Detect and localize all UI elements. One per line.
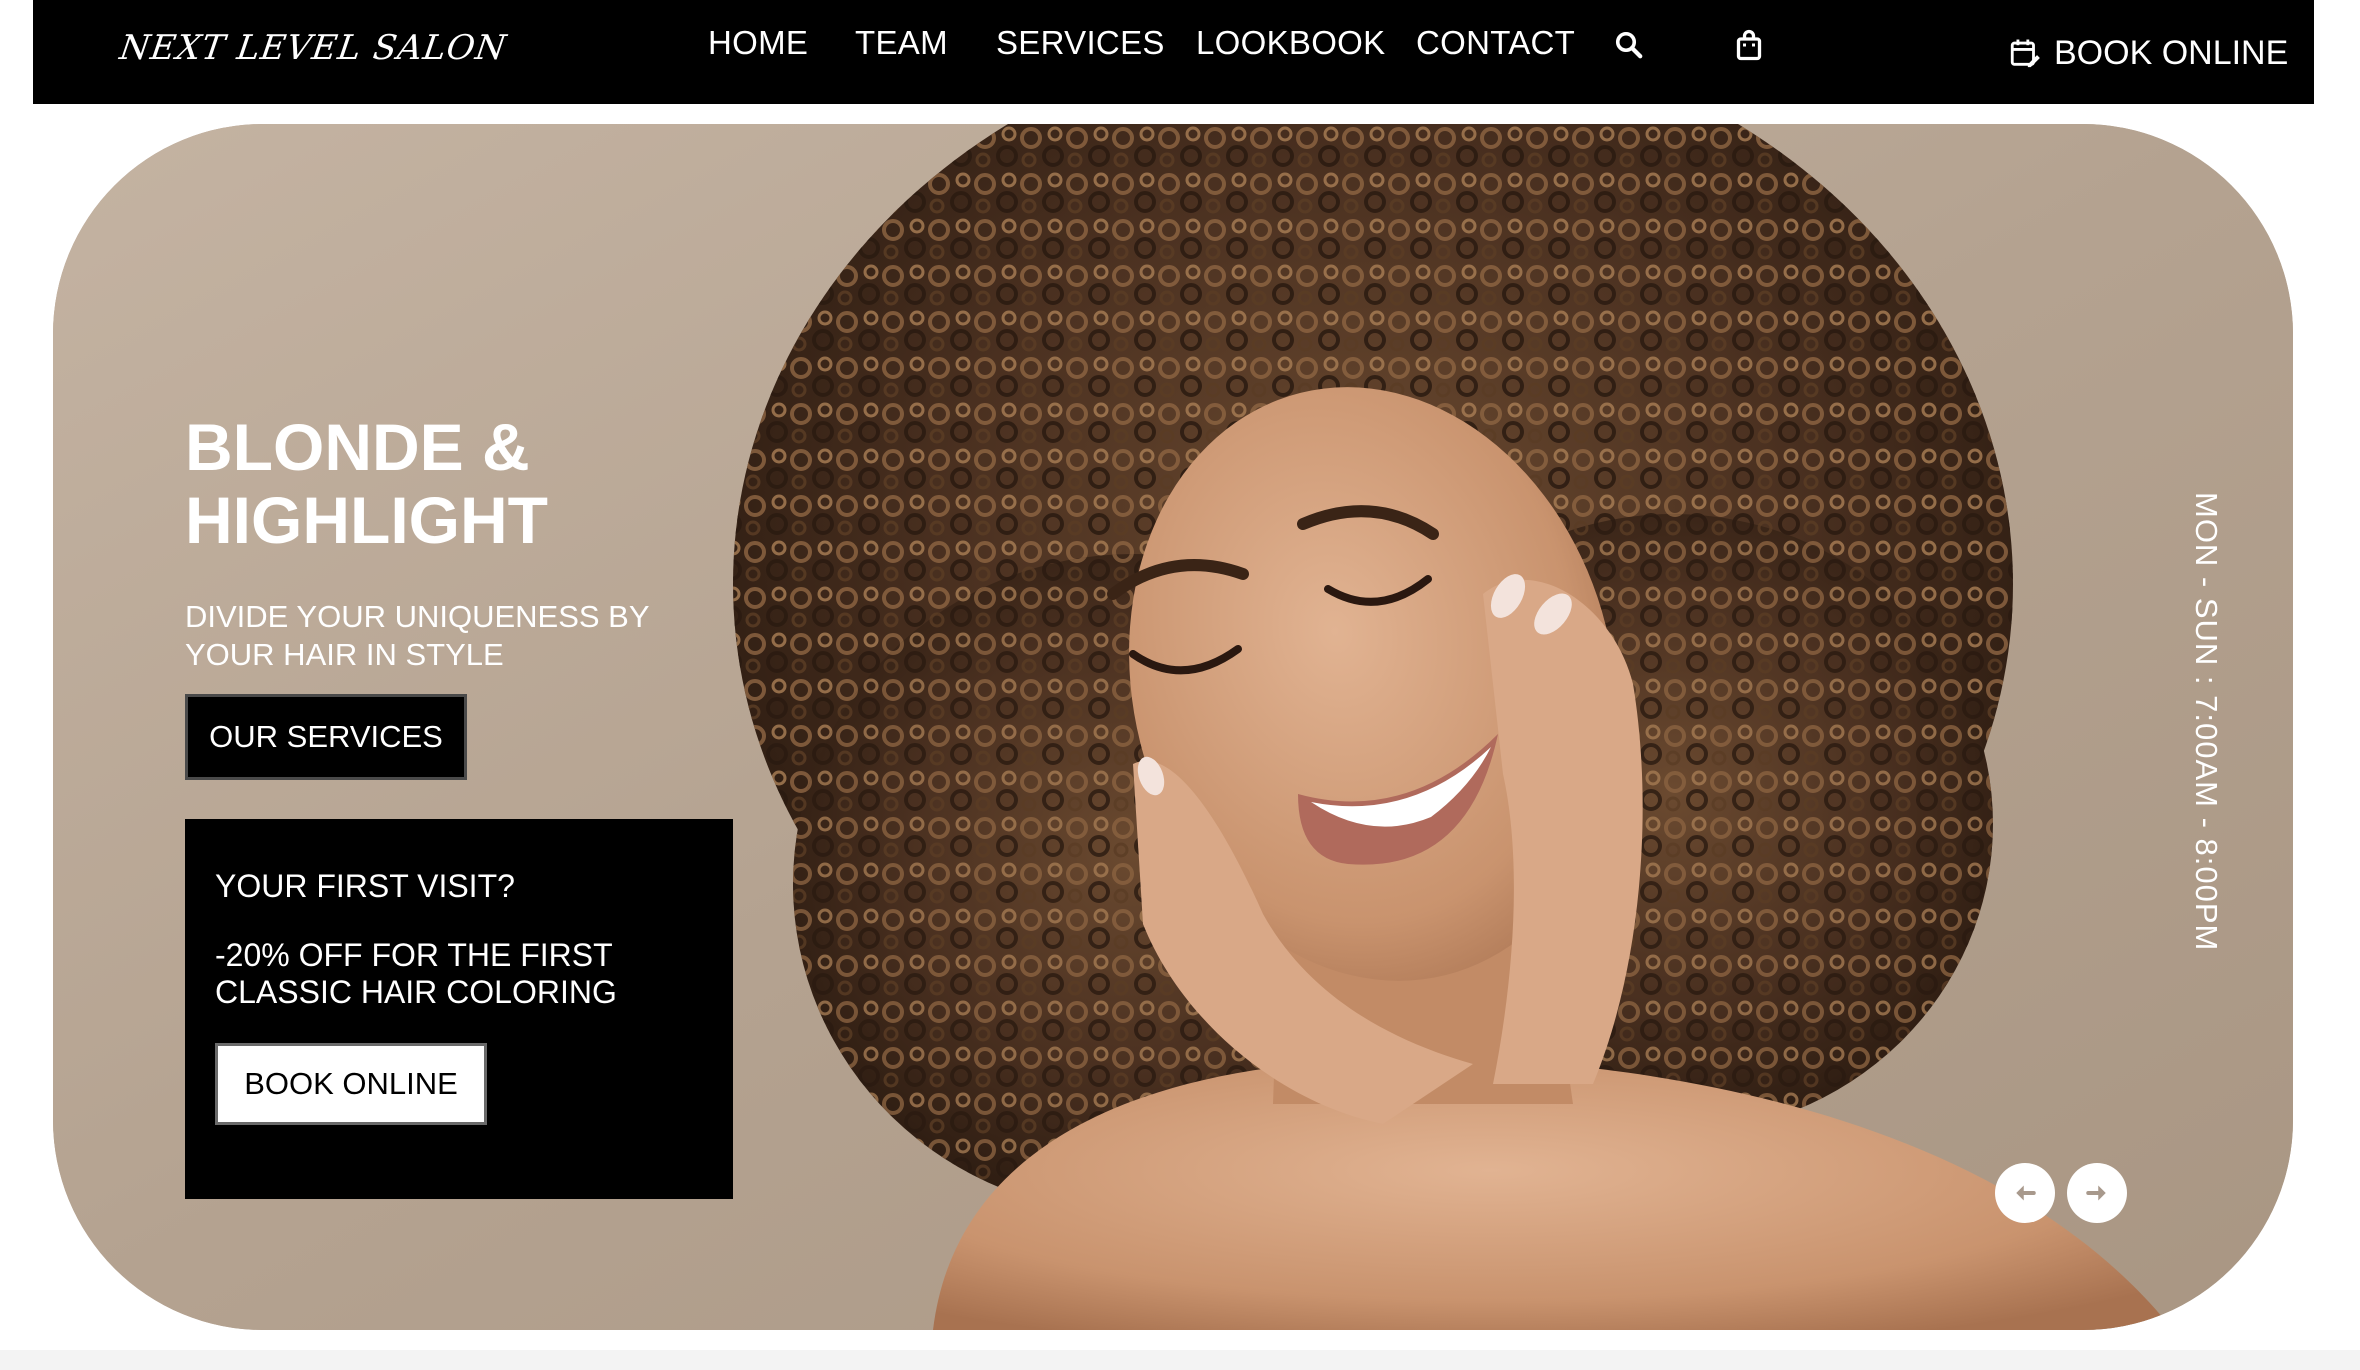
nav-item-team[interactable]: TEAM <box>855 24 948 62</box>
hero-banner: BLONDE & HIGHLIGHT DIVIDE YOUR UNIQUENES… <box>53 124 2293 1330</box>
opening-hours: MON - SUN : 7:00AM - 8:00PM <box>2189 492 2224 952</box>
book-online-button[interactable]: BOOK ONLINE <box>215 1043 487 1125</box>
hero-subtitle: DIVIDE YOUR UNIQUENESS BY YOUR HAIR IN S… <box>185 599 649 672</box>
nav-item-services[interactable]: SERVICES <box>996 24 1165 62</box>
nav-item-home[interactable]: HOME <box>708 24 808 62</box>
book-online-header-button[interactable]: BOOK ONLINE <box>2008 28 2288 78</box>
slider-next-button[interactable] <box>2067 1163 2127 1223</box>
our-services-button[interactable]: OUR SERVICES <box>185 694 467 780</box>
page: NEXT LEVEL SALON HOME TEAM SERVICES LOOK… <box>0 0 2360 1370</box>
promo-text: -20% OFF FOR THE FIRST CLASSIC HAIR COLO… <box>215 937 617 1010</box>
nav-item-lookbook[interactable]: LOOKBOOK <box>1196 24 1385 62</box>
shopping-bag-icon[interactable] <box>1731 27 1767 63</box>
first-visit-promo: YOUR FIRST VISIT? -20% OFF FOR THE FIRST… <box>185 819 733 1199</box>
promo-heading: YOUR FIRST VISIT? <box>215 868 515 904</box>
calendar-edit-icon <box>2008 35 2042 71</box>
hero-title: BLONDE & HIGHLIGHT <box>185 410 548 557</box>
search-icon[interactable] <box>1611 27 1647 63</box>
arrow-right-icon <box>2086 1185 2106 1201</box>
nav-item-contact[interactable]: CONTACT <box>1416 24 1575 62</box>
site-logo[interactable]: NEXT LEVEL SALON <box>117 28 509 68</box>
slider-prev-button[interactable] <box>1995 1163 2055 1223</box>
book-online-header-label: BOOK ONLINE <box>2054 33 2289 72</box>
arrow-left-icon <box>2016 1185 2036 1201</box>
site-header: NEXT LEVEL SALON HOME TEAM SERVICES LOOK… <box>33 0 2314 104</box>
page-bottom-strip <box>0 1350 2360 1370</box>
